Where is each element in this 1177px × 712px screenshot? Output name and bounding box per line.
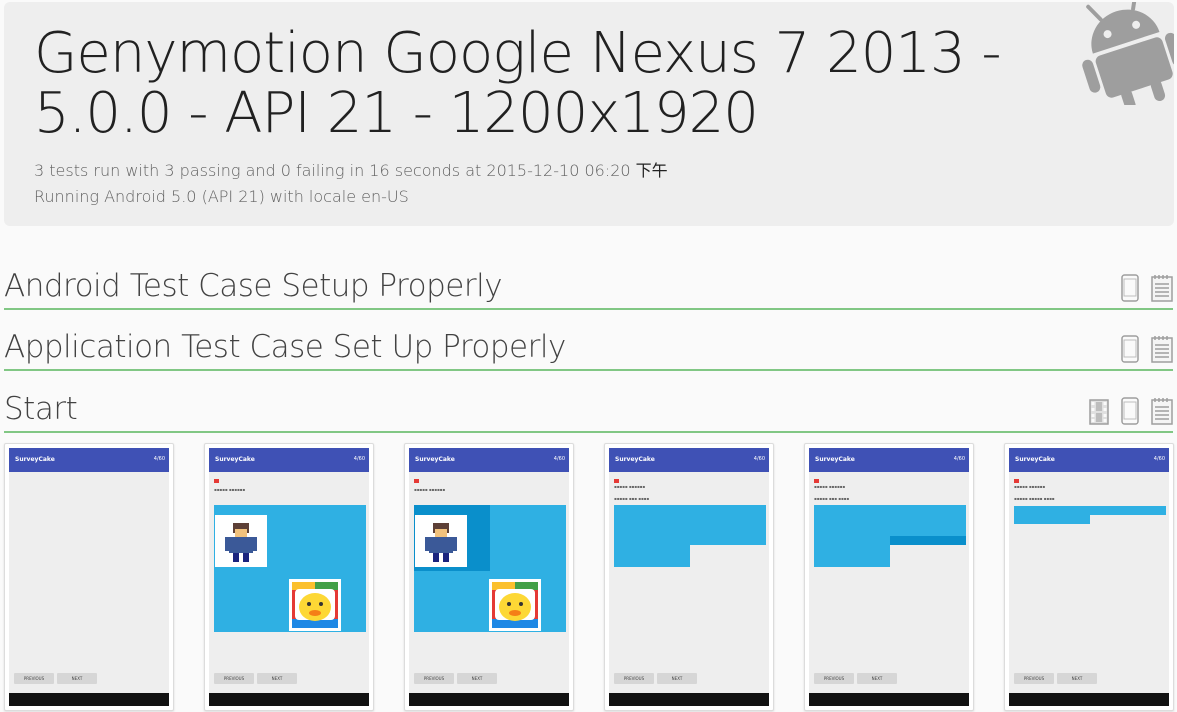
app-title: SurveyCake xyxy=(215,456,255,463)
selected-choice xyxy=(890,536,966,545)
question-text-placeholder: ▪▪▪▪▪ ▪▪▪▪▪▪ xyxy=(614,484,646,489)
nav-bar xyxy=(809,693,969,706)
nav-bar xyxy=(9,693,169,706)
test-row-start[interactable]: Start xyxy=(4,391,1173,433)
app-bar: SurveyCake 4/60 xyxy=(609,448,769,472)
app-page-indicator: 4/60 xyxy=(1153,456,1165,462)
test-row-application-setup[interactable]: Application Test Case Set Up Properly xyxy=(4,329,1173,371)
question-text-placeholder: ▪▪▪▪▪ ▪▪▪▪▪▪ xyxy=(214,487,246,492)
android-image xyxy=(215,515,267,567)
choice-option xyxy=(1014,506,1166,515)
required-marker xyxy=(214,479,219,483)
previous-button: PREVIOUS xyxy=(414,673,454,684)
test-title[interactable]: Application Test Case Set Up Properly xyxy=(4,329,566,365)
choice-option xyxy=(1014,515,1090,524)
next-button: NEXT xyxy=(257,673,297,684)
app-title: SurveyCake xyxy=(15,456,55,463)
required-marker xyxy=(814,479,819,483)
device-icon[interactable] xyxy=(1121,274,1139,302)
device-icon[interactable] xyxy=(1121,397,1139,425)
app-page-indicator: 4/60 xyxy=(153,456,165,462)
nav-bar xyxy=(609,693,769,706)
device-icon[interactable] xyxy=(1121,335,1139,363)
next-button: NEXT xyxy=(57,673,97,684)
question-text-placeholder: ▪▪▪▪▪ ▪▪▪▪▪▪ xyxy=(814,484,846,489)
question-text-placeholder: ▪▪▪▪▪ ▪▪▪▪▪▪ xyxy=(414,487,446,492)
run-summary: 3 tests run with 3 passing and 0 failing… xyxy=(34,157,668,181)
app-page-indicator: 4/60 xyxy=(553,456,565,462)
app-bar: SurveyCake 4/60 xyxy=(9,448,169,472)
app-title: SurveyCake xyxy=(415,456,455,463)
app-bar: SurveyCake 4/60 xyxy=(809,448,969,472)
phone-screen: SurveyCake 4/60 ▪▪▪▪▪ ▪▪▪▪▪▪ PREVIOUS NE… xyxy=(209,448,369,706)
app-page-indicator: 4/60 xyxy=(353,456,365,462)
previous-button: PREVIOUS xyxy=(1014,673,1054,684)
next-button: NEXT xyxy=(1057,673,1097,684)
app-page-indicator: 4/60 xyxy=(953,456,965,462)
choice-grid-overflow xyxy=(814,545,890,567)
screenshot-thumbnail[interactable]: SurveyCake 4/60 ▪▪▪▪▪ ▪▪▪▪▪▪ ▪▪▪▪▪ ▪▪▪ ▪… xyxy=(604,443,774,711)
next-button: NEXT xyxy=(857,673,897,684)
android-image xyxy=(415,515,467,567)
question-hint-placeholder: ▪▪▪▪▪ ▪▪▪ ▪▪▪▪ xyxy=(814,496,850,501)
test-row-android-setup[interactable]: Android Test Case Setup Properly xyxy=(4,268,1173,310)
nav-bar xyxy=(409,693,569,706)
app-title: SurveyCake xyxy=(615,456,655,463)
device-info: Running Android 5.0 (API 21) with locale… xyxy=(34,187,409,206)
phone-screen: SurveyCake 4/60 PREVIOUS NEXT xyxy=(9,448,169,706)
question-text-placeholder: ▪▪▪▪▪ ▪▪▪▪▪▪ xyxy=(1014,484,1046,489)
app-bar: SurveyCake 4/60 xyxy=(209,448,369,472)
question-hint-placeholder: ▪▪▪▪▪ ▪▪▪ ▪▪▪▪ xyxy=(614,496,650,501)
run-summary-suffix: 下午 xyxy=(635,161,668,180)
required-marker xyxy=(414,479,419,483)
cake-mascot-image xyxy=(489,579,541,631)
app-bar: SurveyCake 4/60 xyxy=(409,448,569,472)
required-marker xyxy=(1014,479,1019,483)
test-title[interactable]: Start xyxy=(4,391,78,427)
screenshot-thumbnail[interactable]: SurveyCake 4/60 ▪▪▪▪▪ ▪▪▪▪▪▪ PREVIOUS NE… xyxy=(404,443,574,711)
screenshot-thumbnail[interactable]: SurveyCake 4/60 PREVIOUS NEXT xyxy=(4,443,174,711)
required-marker xyxy=(614,479,619,483)
nav-bar xyxy=(1009,693,1169,706)
log-icon[interactable] xyxy=(1151,274,1173,302)
phone-screen: SurveyCake 4/60 ▪▪▪▪▪ ▪▪▪▪▪▪ ▪▪▪▪▪ ▪▪▪ ▪… xyxy=(609,448,769,706)
run-summary-text: 3 tests run with 3 passing and 0 failing… xyxy=(34,161,631,180)
report-header: Genymotion Google Nexus 7 2013 - 5.0.0 -… xyxy=(4,2,1174,226)
app-page-indicator: 4/60 xyxy=(753,456,765,462)
app-bar: SurveyCake 4/60 xyxy=(1009,448,1169,472)
phone-screen: SurveyCake 4/60 ▪▪▪▪▪ ▪▪▪▪▪▪ ▪▪▪▪▪ ▪▪▪▪▪… xyxy=(1009,448,1169,706)
previous-button: PREVIOUS xyxy=(214,673,254,684)
phone-screen: SurveyCake 4/60 ▪▪▪▪▪ ▪▪▪▪▪▪ ▪▪▪▪▪ ▪▪▪ ▪… xyxy=(809,448,969,706)
previous-button: PREVIOUS xyxy=(614,673,654,684)
nav-bar xyxy=(209,693,369,706)
app-title: SurveyCake xyxy=(815,456,855,463)
next-button: NEXT xyxy=(457,673,497,684)
screenshot-thumbnail[interactable]: SurveyCake 4/60 ▪▪▪▪▪ ▪▪▪▪▪▪ PREVIOUS NE… xyxy=(204,443,374,711)
cake-mascot-image xyxy=(289,579,341,631)
log-icon[interactable] xyxy=(1151,335,1173,363)
previous-button: PREVIOUS xyxy=(814,673,854,684)
page-title: Genymotion Google Nexus 7 2013 - 5.0.0 -… xyxy=(34,21,1002,146)
log-icon[interactable] xyxy=(1151,397,1173,425)
next-button: NEXT xyxy=(657,673,697,684)
test-title[interactable]: Android Test Case Setup Properly xyxy=(4,268,503,304)
screenshot-thumbnail[interactable]: SurveyCake 4/60 ▪▪▪▪▪ ▪▪▪▪▪▪ ▪▪▪▪▪ ▪▪▪▪▪… xyxy=(1004,443,1174,711)
previous-button: PREVIOUS xyxy=(14,673,54,684)
film-icon[interactable] xyxy=(1089,399,1109,425)
question-hint-placeholder: ▪▪▪▪▪ ▪▪▪▪▪ ▪▪▪▪ xyxy=(1014,496,1055,501)
android-robot-icon xyxy=(1082,2,1174,105)
screenshot-thumbnail[interactable]: SurveyCake 4/60 ▪▪▪▪▪ ▪▪▪▪▪▪ ▪▪▪▪▪ ▪▪▪ ▪… xyxy=(804,443,974,711)
choice-grid xyxy=(614,505,766,545)
screenshot-strip: SurveyCake 4/60 PREVIOUS NEXT SurveyCake… xyxy=(4,443,1174,712)
app-title: SurveyCake xyxy=(1015,456,1055,463)
choice-grid-overflow xyxy=(614,545,690,567)
phone-screen: SurveyCake 4/60 ▪▪▪▪▪ ▪▪▪▪▪▪ PREVIOUS NE… xyxy=(409,448,569,706)
